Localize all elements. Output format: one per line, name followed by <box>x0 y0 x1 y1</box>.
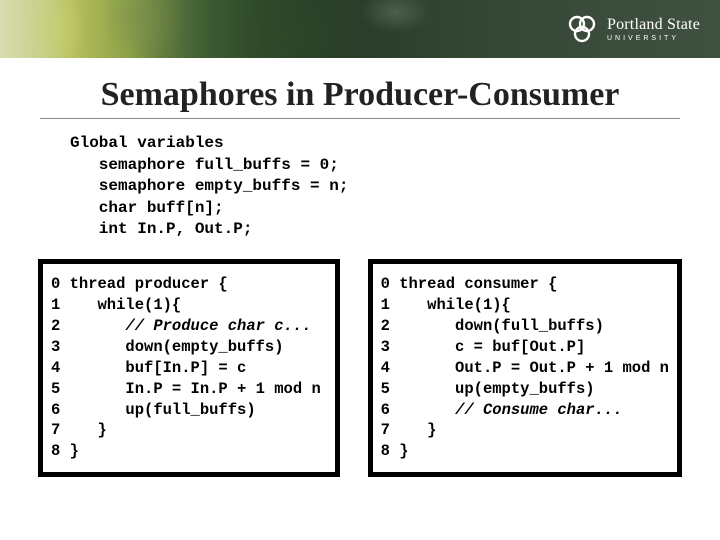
consumer-code-box: 0 thread consumer { 1 while(1){ 2 down(f… <box>368 259 682 477</box>
producer-code: 0 thread producer { 1 while(1){ 2 // Pro… <box>51 274 327 462</box>
header-banner: Portland State UNIVERSITY <box>0 0 720 58</box>
psu-logo: Portland State UNIVERSITY <box>565 12 700 46</box>
consumer-code: 0 thread consumer { 1 while(1){ 2 down(f… <box>381 274 669 462</box>
psu-interlock-icon <box>565 12 599 46</box>
code-columns: 0 thread producer { 1 while(1){ 2 // Pro… <box>0 259 720 477</box>
psu-name: Portland State <box>607 17 700 33</box>
slide-title: Semaphores in Producer-Consumer <box>0 76 720 114</box>
title-underline <box>40 118 680 119</box>
producer-code-box: 0 thread producer { 1 while(1){ 2 // Pro… <box>38 259 340 477</box>
psu-sub: UNIVERSITY <box>607 35 700 42</box>
global-variables-block: Global variables semaphore full_buffs = … <box>70 133 720 241</box>
